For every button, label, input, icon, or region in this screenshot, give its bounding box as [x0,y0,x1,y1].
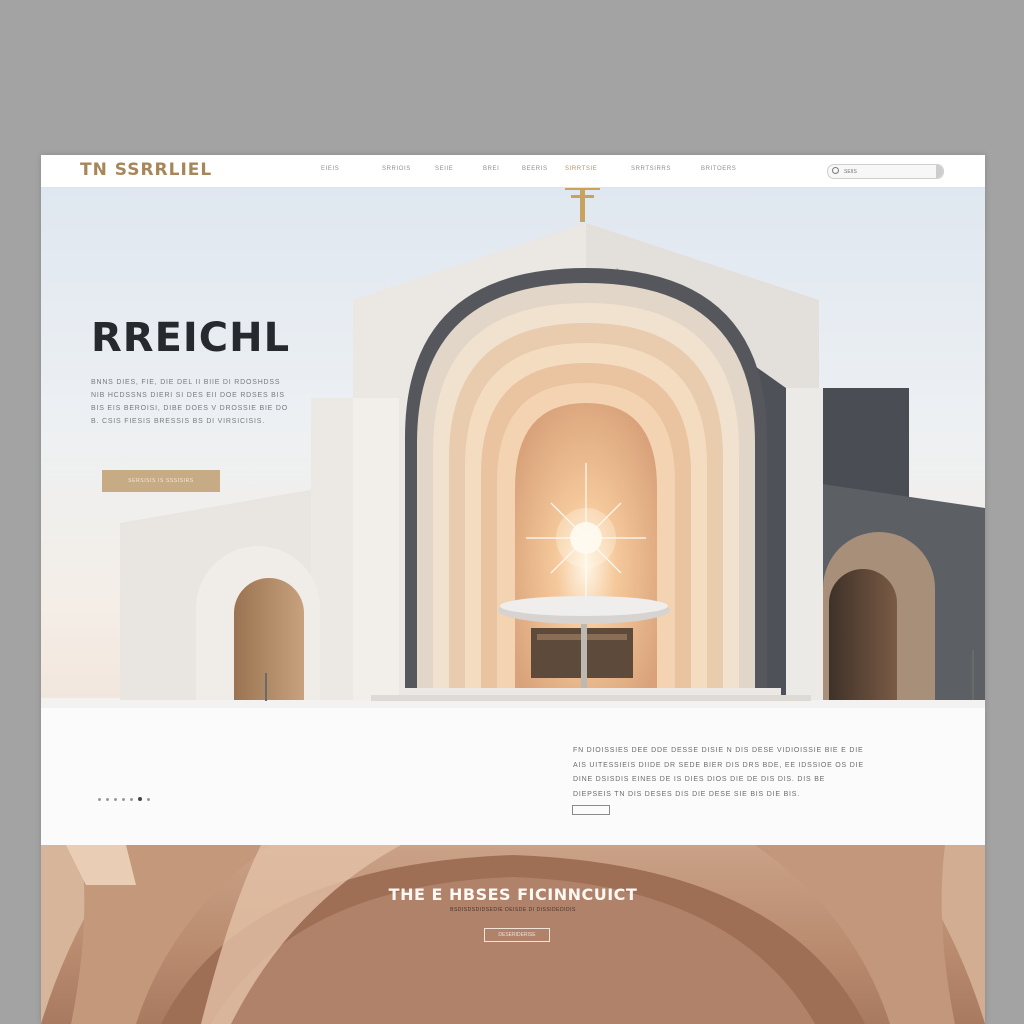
nav-item-3[interactable]: SEIIE [435,166,453,172]
slide-dot[interactable] [106,798,109,801]
nav-item-1[interactable]: EIEIS [321,166,339,172]
slide-dot[interactable] [122,798,125,801]
info-text-line: DIEPSEIS TN DIS DESES DIS DIE DESE SIE B… [573,790,801,798]
slide-pagination [98,788,155,806]
search-submit-button[interactable] [936,165,943,178]
nav-item-8[interactable]: BRITOERS [701,166,736,172]
slide-dot-active[interactable] [138,797,142,801]
nav-item-4[interactable]: BREI [483,166,499,172]
nav-item-6-active[interactable]: SIRRTSIE [565,166,597,172]
banner-subtitle: BSDISDSDIDSEDIE DEISDE DI DISSIDEDIDIS [450,907,576,913]
top-navbar: TN SSRRLIEL EIEIS SRRIOIS SEIIE BREI BEE… [41,155,985,188]
slide-dot[interactable] [130,798,133,801]
banner-title: THE E HBSES FICINNCUICT [388,885,638,904]
hero-description: BNNS DIES, FIE, DIE DEL II BIIE DI RDOSH… [91,376,291,428]
banner-button[interactable]: DESERIDERISE [484,928,550,942]
hero-title: RREICHL [91,315,291,361]
info-text-line: AIS UITESSIEIS DIIDE DR SEDE BIER DIS DR… [573,761,864,769]
church-illustration [41,188,985,708]
search-icon[interactable] [832,167,839,174]
read-more-button[interactable] [572,805,610,815]
search-input[interactable] [844,168,936,175]
nav-item-5[interactable]: BEERIS [522,166,548,172]
slide-dot[interactable] [98,798,101,801]
hero-text-line: BIS EIS BEROISI, DIBE DOES V DROSSIE BIE… [91,405,288,412]
hero-text-line: BNNS DIES, FIE, DIE DEL II BIIE DI RDOSH… [91,379,281,386]
info-paragraph: FN DIOISSIES DEE DDE DESSE DISIE N DIS D… [573,744,873,802]
search-box[interactable] [827,164,944,179]
web-page: TN SSRRLIEL EIEIS SRRIOIS SEIIE BREI BEE… [41,155,985,1024]
nav-item-2[interactable]: SRRIOIS [382,166,411,172]
bottom-banner: THE E HBSES FICINNCUICT BSDISDSDIDSEDIE … [41,845,985,1024]
hero-text-line: B. CSIS FIESIS BRESSIS BS DI VIRSICISIS. [91,418,265,425]
hero-cta-button[interactable]: SERSISIS IS SSSISIRS [102,470,220,492]
hero-text-line: NIB HCDSSNS DIERI SI DES EII DOE RDSES B… [91,392,285,399]
site-logo[interactable]: TN SSRRLIEL [80,160,212,180]
slide-dot[interactable] [114,798,117,801]
hero-section: RREICHL BNNS DIES, FIE, DIE DEL II BIIE … [41,188,985,708]
info-text-line: DINE DSISDIS EINES DE IS DIES DIOS DIE D… [573,776,826,783]
info-section: FN DIOISSIES DEE DDE DESSE DISIE N DIS D… [41,708,985,844]
slide-dot[interactable] [147,798,150,801]
nav-item-7[interactable]: SRRTSIRRS [631,166,671,172]
info-text-line: FN DIOISSIES DEE DDE DESSE DISIE N DIS D… [573,747,864,754]
